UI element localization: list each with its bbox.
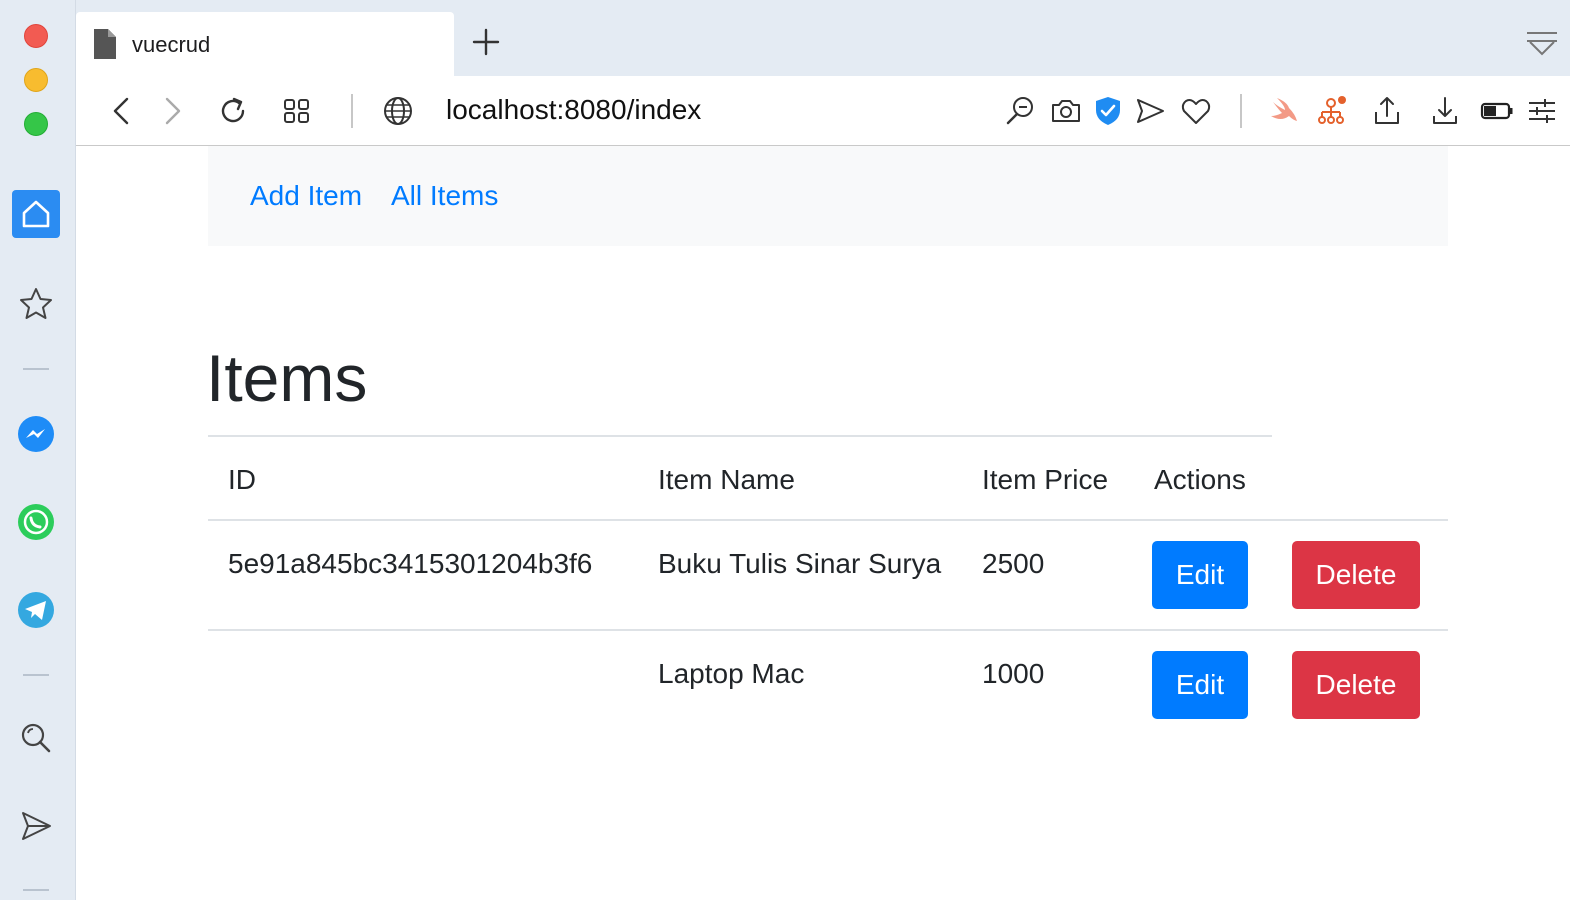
delete-button[interactable]: Delete	[1292, 541, 1420, 609]
plus-icon	[472, 28, 500, 56]
cell-id: 5e91a845bc3415301204b3f6	[228, 548, 593, 579]
minimize-window-button[interactable]	[24, 68, 48, 92]
search-icon[interactable]	[12, 714, 60, 762]
tab-title: vuecrud	[132, 32, 211, 57]
back-icon[interactable]	[102, 91, 142, 131]
address-bar[interactable]: localhost:8080/index	[446, 94, 701, 126]
forward-icon[interactable]	[152, 91, 192, 131]
battery-icon[interactable]	[1477, 91, 1517, 131]
column-header-actions: Actions	[1154, 464, 1246, 495]
shield-check-icon[interactable]	[1088, 91, 1128, 131]
cell-item-name: Buku Tulis Sinar Surya	[658, 548, 942, 579]
sitemap-icon[interactable]	[1311, 91, 1351, 131]
sidebar-divider	[23, 889, 49, 891]
column-header-id: ID	[228, 464, 256, 495]
whatsapp-icon[interactable]	[12, 498, 60, 546]
site-navbar: Add Item All Items	[208, 146, 1448, 246]
toolbar-divider	[351, 94, 353, 128]
zoom-out-icon[interactable]	[1000, 91, 1040, 131]
table-row-divider	[208, 519, 1448, 521]
tab-bar: vuecrud	[76, 0, 1570, 76]
toolbar-divider	[1240, 94, 1242, 128]
new-tab-button[interactable]	[466, 22, 506, 62]
document-icon	[94, 29, 116, 59]
zoom-window-button[interactable]	[24, 112, 48, 136]
tab-vuecrud[interactable]: vuecrud	[76, 12, 454, 76]
messenger-icon[interactable]	[12, 410, 60, 458]
globe-icon	[378, 91, 418, 131]
cell-item-name: Laptop Mac	[658, 658, 805, 689]
settings-icon[interactable]	[1522, 91, 1562, 131]
sidebar	[0, 0, 76, 900]
download-icon[interactable]	[1425, 91, 1465, 131]
nav-add-item-link[interactable]: Add Item	[250, 180, 362, 212]
page-title: Items	[206, 341, 368, 415]
delete-button[interactable]: Delete	[1292, 651, 1420, 719]
title-divider	[208, 435, 1272, 437]
reload-icon[interactable]	[213, 91, 253, 131]
tabs-grid-icon[interactable]	[277, 91, 317, 131]
share-icon[interactable]	[1367, 91, 1407, 131]
swift-icon[interactable]	[1264, 91, 1304, 131]
close-window-button[interactable]	[24, 24, 48, 48]
nav-all-items-link[interactable]: All Items	[391, 180, 498, 212]
sidebar-divider	[23, 368, 49, 370]
edit-button[interactable]: Edit	[1152, 541, 1248, 609]
sidebar-divider	[23, 674, 49, 676]
column-header-item-name: Item Name	[658, 464, 795, 495]
column-header-item-price: Item Price	[982, 464, 1109, 495]
star-icon[interactable]	[12, 280, 60, 328]
browser-toolbar: localhost:8080/index	[76, 76, 1570, 146]
send-icon[interactable]	[12, 802, 60, 850]
send-icon[interactable]	[1130, 91, 1170, 131]
table-row-divider	[208, 629, 1448, 631]
tab-menu-icon[interactable]	[1524, 28, 1560, 60]
heart-icon[interactable]	[1176, 91, 1216, 131]
cell-item-price: 2500	[982, 548, 1045, 579]
cell-item-price: 1000	[982, 658, 1045, 689]
telegram-icon[interactable]	[12, 586, 60, 634]
edit-button[interactable]: Edit	[1152, 651, 1248, 719]
home-icon[interactable]	[12, 190, 60, 238]
camera-icon[interactable]	[1046, 91, 1086, 131]
